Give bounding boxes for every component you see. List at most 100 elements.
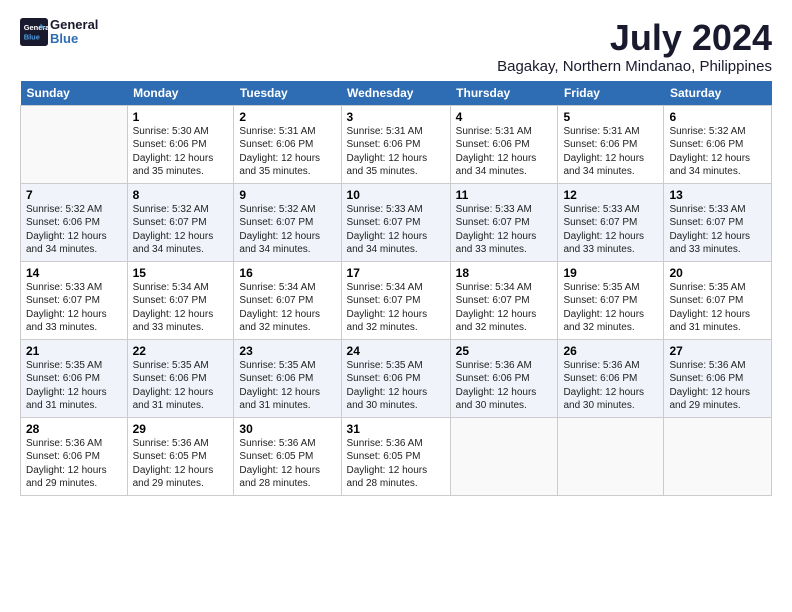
day-info: Sunrise: 5:34 AM Sunset: 6:07 PM Dayligh… [456,281,553,335]
day-info: Sunrise: 5:35 AM Sunset: 6:07 PM Dayligh… [563,281,658,335]
calendar-week-row: 21Sunrise: 5:35 AM Sunset: 6:06 PM Dayli… [21,339,772,417]
calendar-header-sunday: Sunday [21,81,128,106]
day-number: 29 [133,422,229,436]
calendar-cell: 19Sunrise: 5:35 AM Sunset: 6:07 PM Dayli… [558,261,664,339]
day-info: Sunrise: 5:33 AM Sunset: 6:07 PM Dayligh… [563,203,658,257]
calendar-table: SundayMondayTuesdayWednesdayThursdayFrid… [20,81,772,496]
day-number: 28 [26,422,122,436]
day-number: 30 [239,422,335,436]
title-block: July 2024 Bagakay, Northern Mindanao, Ph… [497,18,772,75]
calendar-week-row: 7Sunrise: 5:32 AM Sunset: 6:06 PM Daylig… [21,183,772,261]
calendar-cell: 27Sunrise: 5:36 AM Sunset: 6:06 PM Dayli… [664,339,772,417]
day-number: 11 [456,188,553,202]
day-info: Sunrise: 5:34 AM Sunset: 6:07 PM Dayligh… [133,281,229,335]
day-number: 17 [347,266,445,280]
calendar-cell [558,417,664,495]
calendar-week-row: 1Sunrise: 5:30 AM Sunset: 6:06 PM Daylig… [21,105,772,183]
day-number: 12 [563,188,658,202]
day-info: Sunrise: 5:32 AM Sunset: 6:06 PM Dayligh… [26,203,122,257]
day-info: Sunrise: 5:31 AM Sunset: 6:06 PM Dayligh… [563,125,658,179]
day-info: Sunrise: 5:35 AM Sunset: 6:06 PM Dayligh… [26,359,122,413]
day-info: Sunrise: 5:32 AM Sunset: 6:07 PM Dayligh… [239,203,335,257]
calendar-cell: 4Sunrise: 5:31 AM Sunset: 6:06 PM Daylig… [450,105,558,183]
day-info: Sunrise: 5:31 AM Sunset: 6:06 PM Dayligh… [239,125,335,179]
day-number: 9 [239,188,335,202]
day-info: Sunrise: 5:36 AM Sunset: 6:05 PM Dayligh… [347,437,445,491]
day-number: 4 [456,110,553,124]
day-number: 21 [26,344,122,358]
header: General Blue General Blue July 2024 Baga… [20,18,772,75]
day-info: Sunrise: 5:33 AM Sunset: 6:07 PM Dayligh… [347,203,445,257]
calendar-header-saturday: Saturday [664,81,772,106]
day-info: Sunrise: 5:35 AM Sunset: 6:06 PM Dayligh… [347,359,445,413]
day-number: 22 [133,344,229,358]
location-title: Bagakay, Northern Mindanao, Philippines [497,58,772,75]
day-number: 6 [669,110,766,124]
calendar-header-tuesday: Tuesday [234,81,341,106]
page: General Blue General Blue July 2024 Baga… [0,0,792,506]
calendar-cell: 29Sunrise: 5:36 AM Sunset: 6:05 PM Dayli… [127,417,234,495]
day-info: Sunrise: 5:36 AM Sunset: 6:06 PM Dayligh… [563,359,658,413]
calendar-body: 1Sunrise: 5:30 AM Sunset: 6:06 PM Daylig… [21,105,772,495]
day-info: Sunrise: 5:35 AM Sunset: 6:07 PM Dayligh… [669,281,766,335]
calendar-cell [21,105,128,183]
calendar-cell: 23Sunrise: 5:35 AM Sunset: 6:06 PM Dayli… [234,339,341,417]
day-number: 15 [133,266,229,280]
day-info: Sunrise: 5:36 AM Sunset: 6:06 PM Dayligh… [26,437,122,491]
day-info: Sunrise: 5:34 AM Sunset: 6:07 PM Dayligh… [347,281,445,335]
day-info: Sunrise: 5:32 AM Sunset: 6:06 PM Dayligh… [669,125,766,179]
day-number: 14 [26,266,122,280]
calendar-cell: 2Sunrise: 5:31 AM Sunset: 6:06 PM Daylig… [234,105,341,183]
day-info: Sunrise: 5:30 AM Sunset: 6:06 PM Dayligh… [133,125,229,179]
day-number: 24 [347,344,445,358]
day-number: 7 [26,188,122,202]
logo-text: General Blue [50,18,98,47]
calendar-header-friday: Friday [558,81,664,106]
calendar-cell: 21Sunrise: 5:35 AM Sunset: 6:06 PM Dayli… [21,339,128,417]
calendar-cell: 10Sunrise: 5:33 AM Sunset: 6:07 PM Dayli… [341,183,450,261]
calendar-cell: 11Sunrise: 5:33 AM Sunset: 6:07 PM Dayli… [450,183,558,261]
day-info: Sunrise: 5:32 AM Sunset: 6:07 PM Dayligh… [133,203,229,257]
calendar-cell: 9Sunrise: 5:32 AM Sunset: 6:07 PM Daylig… [234,183,341,261]
calendar-cell: 30Sunrise: 5:36 AM Sunset: 6:05 PM Dayli… [234,417,341,495]
calendar-cell: 17Sunrise: 5:34 AM Sunset: 6:07 PM Dayli… [341,261,450,339]
day-info: Sunrise: 5:33 AM Sunset: 6:07 PM Dayligh… [669,203,766,257]
day-info: Sunrise: 5:36 AM Sunset: 6:06 PM Dayligh… [456,359,553,413]
day-info: Sunrise: 5:36 AM Sunset: 6:05 PM Dayligh… [133,437,229,491]
calendar-week-row: 28Sunrise: 5:36 AM Sunset: 6:06 PM Dayli… [21,417,772,495]
day-number: 5 [563,110,658,124]
calendar-cell: 22Sunrise: 5:35 AM Sunset: 6:06 PM Dayli… [127,339,234,417]
day-info: Sunrise: 5:35 AM Sunset: 6:06 PM Dayligh… [239,359,335,413]
logo-line2: Blue [50,31,78,46]
svg-text:Blue: Blue [24,33,40,42]
calendar-cell: 8Sunrise: 5:32 AM Sunset: 6:07 PM Daylig… [127,183,234,261]
calendar-cell: 15Sunrise: 5:34 AM Sunset: 6:07 PM Dayli… [127,261,234,339]
day-number: 16 [239,266,335,280]
calendar-cell: 28Sunrise: 5:36 AM Sunset: 6:06 PM Dayli… [21,417,128,495]
logo: General Blue General Blue [20,18,98,47]
calendar-header-monday: Monday [127,81,234,106]
day-info: Sunrise: 5:36 AM Sunset: 6:06 PM Dayligh… [669,359,766,413]
calendar-cell [664,417,772,495]
calendar-cell: 6Sunrise: 5:32 AM Sunset: 6:06 PM Daylig… [664,105,772,183]
calendar-cell: 16Sunrise: 5:34 AM Sunset: 6:07 PM Dayli… [234,261,341,339]
logo-line1: General [50,17,98,32]
calendar-cell: 7Sunrise: 5:32 AM Sunset: 6:06 PM Daylig… [21,183,128,261]
calendar-cell: 3Sunrise: 5:31 AM Sunset: 6:06 PM Daylig… [341,105,450,183]
day-number: 10 [347,188,445,202]
calendar-cell [450,417,558,495]
day-number: 20 [669,266,766,280]
day-info: Sunrise: 5:35 AM Sunset: 6:06 PM Dayligh… [133,359,229,413]
calendar-cell: 20Sunrise: 5:35 AM Sunset: 6:07 PM Dayli… [664,261,772,339]
month-title: July 2024 [497,18,772,58]
calendar-cell: 13Sunrise: 5:33 AM Sunset: 6:07 PM Dayli… [664,183,772,261]
day-number: 27 [669,344,766,358]
logo-icon: General Blue [20,18,48,46]
day-info: Sunrise: 5:31 AM Sunset: 6:06 PM Dayligh… [347,125,445,179]
calendar-week-row: 14Sunrise: 5:33 AM Sunset: 6:07 PM Dayli… [21,261,772,339]
day-number: 18 [456,266,553,280]
calendar-cell: 14Sunrise: 5:33 AM Sunset: 6:07 PM Dayli… [21,261,128,339]
day-number: 13 [669,188,766,202]
calendar-cell: 26Sunrise: 5:36 AM Sunset: 6:06 PM Dayli… [558,339,664,417]
day-number: 3 [347,110,445,124]
